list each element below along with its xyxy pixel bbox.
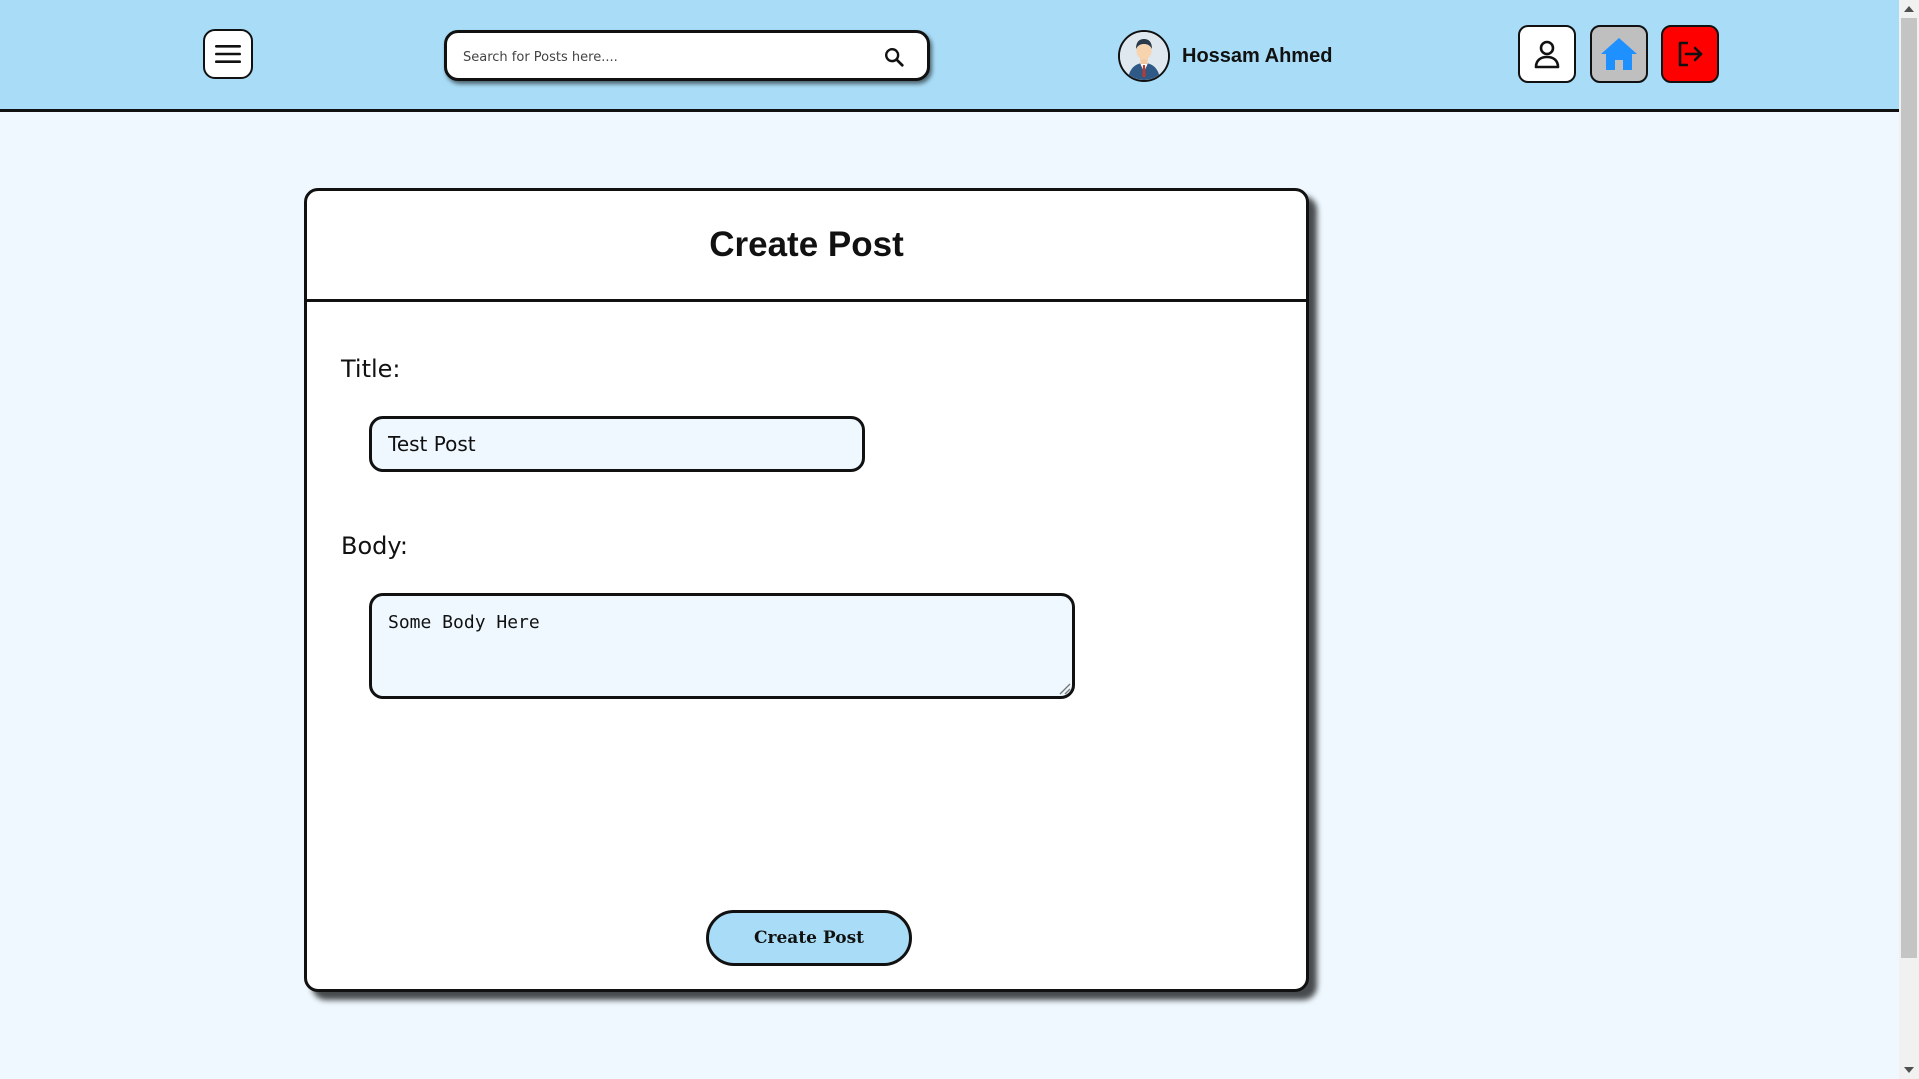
search-bar bbox=[444, 30, 930, 81]
avatar[interactable] bbox=[1118, 30, 1170, 82]
user-avatar-icon bbox=[1120, 32, 1168, 80]
vertical-scrollbar[interactable] bbox=[1899, 0, 1919, 1079]
top-navbar: Hossam Ahmed bbox=[0, 0, 1899, 112]
profile-button[interactable] bbox=[1518, 25, 1576, 83]
search-icon[interactable] bbox=[883, 46, 905, 68]
user-info: Hossam Ahmed bbox=[1118, 28, 1332, 84]
create-post-card: Create Post Title: Body: Some Body Here … bbox=[304, 188, 1309, 992]
home-icon bbox=[1601, 38, 1637, 70]
resize-handle-icon[interactable] bbox=[1057, 681, 1071, 695]
body-textarea[interactable]: Some Body Here bbox=[369, 593, 1075, 699]
home-button[interactable] bbox=[1590, 25, 1648, 83]
menu-icon bbox=[215, 45, 241, 63]
create-post-button[interactable]: Create Post bbox=[706, 910, 912, 966]
user-name: Hossam Ahmed bbox=[1182, 44, 1333, 67]
card-header: Create Post bbox=[307, 191, 1306, 302]
logout-icon bbox=[1678, 41, 1703, 67]
scroll-down-arrow-icon[interactable] bbox=[1904, 1067, 1914, 1073]
menu-button[interactable] bbox=[203, 29, 253, 79]
scroll-up-arrow-icon[interactable] bbox=[1904, 6, 1914, 12]
user-icon bbox=[1534, 40, 1560, 69]
scroll-thumb[interactable] bbox=[1901, 18, 1917, 958]
body-label: Body: bbox=[341, 532, 408, 560]
page-title: Create Post bbox=[709, 225, 904, 264]
search-input[interactable] bbox=[461, 43, 865, 71]
title-label: Title: bbox=[341, 355, 401, 383]
title-input[interactable] bbox=[369, 416, 865, 472]
logout-button[interactable] bbox=[1661, 25, 1719, 83]
